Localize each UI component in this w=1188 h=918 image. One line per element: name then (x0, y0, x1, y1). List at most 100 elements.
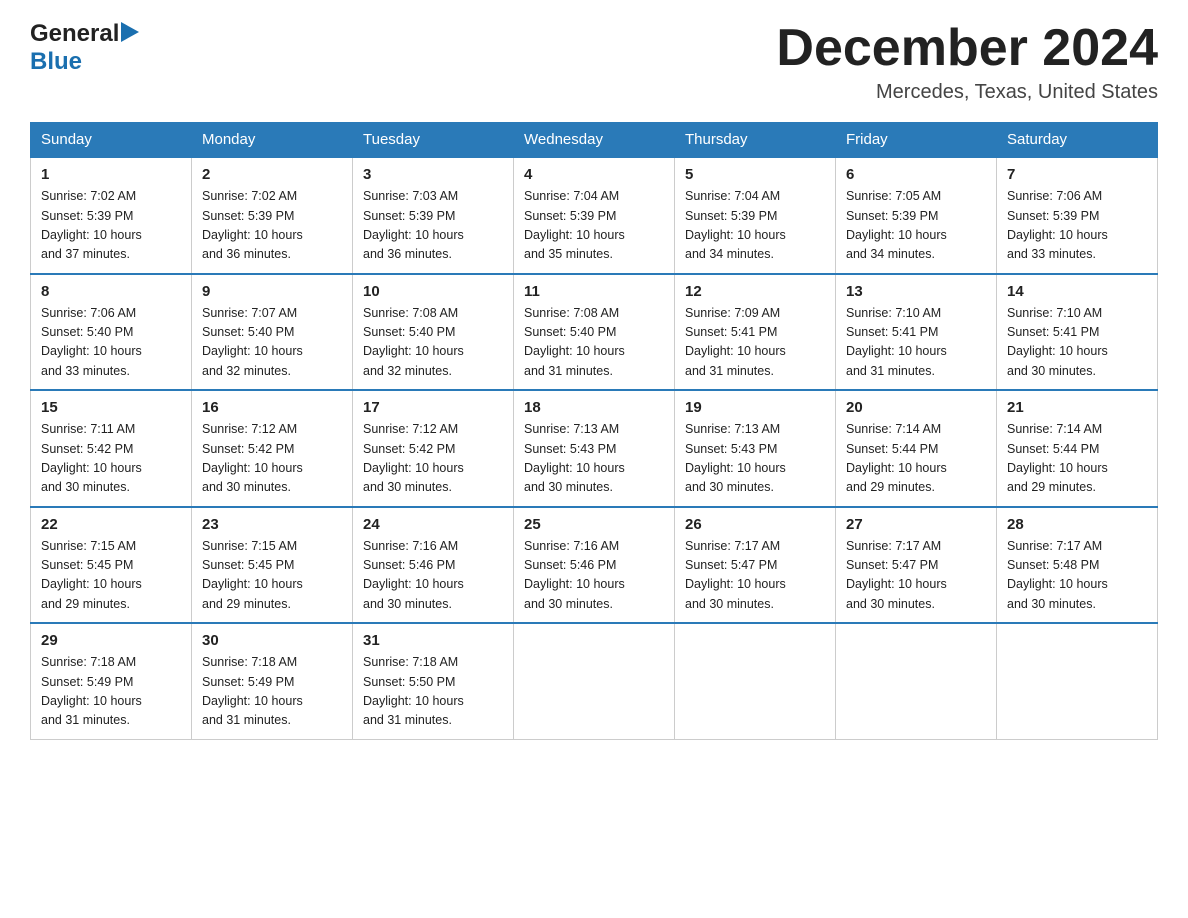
calendar-cell: 5 Sunrise: 7:04 AM Sunset: 5:39 PM Dayli… (675, 157, 836, 274)
day-info: Sunrise: 7:08 AM Sunset: 5:40 PM Dayligh… (363, 304, 503, 382)
location-subtitle: Mercedes, Texas, United States (776, 81, 1158, 104)
calendar-cell: 21 Sunrise: 7:14 AM Sunset: 5:44 PM Dayl… (997, 390, 1158, 507)
day-info: Sunrise: 7:14 AM Sunset: 5:44 PM Dayligh… (846, 420, 986, 498)
day-info: Sunrise: 7:03 AM Sunset: 5:39 PM Dayligh… (363, 187, 503, 265)
day-info: Sunrise: 7:12 AM Sunset: 5:42 PM Dayligh… (363, 420, 503, 498)
logo: General Blue (30, 20, 139, 76)
day-info: Sunrise: 7:04 AM Sunset: 5:39 PM Dayligh… (524, 187, 664, 265)
day-number: 6 (846, 166, 986, 183)
day-number: 19 (685, 399, 825, 416)
logo-general-text: General (30, 20, 119, 48)
calendar-cell (997, 623, 1158, 739)
day-number: 8 (41, 283, 181, 300)
day-number: 3 (363, 166, 503, 183)
day-number: 4 (524, 166, 664, 183)
day-info: Sunrise: 7:04 AM Sunset: 5:39 PM Dayligh… (685, 187, 825, 265)
week-row-5: 29 Sunrise: 7:18 AM Sunset: 5:49 PM Dayl… (31, 623, 1158, 739)
day-info: Sunrise: 7:16 AM Sunset: 5:46 PM Dayligh… (524, 537, 664, 615)
calendar-cell: 14 Sunrise: 7:10 AM Sunset: 5:41 PM Dayl… (997, 274, 1158, 391)
calendar-cell: 8 Sunrise: 7:06 AM Sunset: 5:40 PM Dayli… (31, 274, 192, 391)
calendar-cell: 18 Sunrise: 7:13 AM Sunset: 5:43 PM Dayl… (514, 390, 675, 507)
day-number: 21 (1007, 399, 1147, 416)
day-info: Sunrise: 7:15 AM Sunset: 5:45 PM Dayligh… (41, 537, 181, 615)
calendar-cell: 16 Sunrise: 7:12 AM Sunset: 5:42 PM Dayl… (192, 390, 353, 507)
calendar-cell: 28 Sunrise: 7:17 AM Sunset: 5:48 PM Dayl… (997, 507, 1158, 624)
calendar-cell: 17 Sunrise: 7:12 AM Sunset: 5:42 PM Dayl… (353, 390, 514, 507)
day-info: Sunrise: 7:15 AM Sunset: 5:45 PM Dayligh… (202, 537, 342, 615)
calendar-cell: 2 Sunrise: 7:02 AM Sunset: 5:39 PM Dayli… (192, 157, 353, 274)
calendar-cell: 27 Sunrise: 7:17 AM Sunset: 5:47 PM Dayl… (836, 507, 997, 624)
day-number: 28 (1007, 516, 1147, 533)
calendar-cell: 10 Sunrise: 7:08 AM Sunset: 5:40 PM Dayl… (353, 274, 514, 391)
day-info: Sunrise: 7:17 AM Sunset: 5:47 PM Dayligh… (846, 537, 986, 615)
calendar-cell: 4 Sunrise: 7:04 AM Sunset: 5:39 PM Dayli… (514, 157, 675, 274)
calendar-cell: 7 Sunrise: 7:06 AM Sunset: 5:39 PM Dayli… (997, 157, 1158, 274)
day-info: Sunrise: 7:14 AM Sunset: 5:44 PM Dayligh… (1007, 420, 1147, 498)
calendar-cell: 23 Sunrise: 7:15 AM Sunset: 5:45 PM Dayl… (192, 507, 353, 624)
day-info: Sunrise: 7:06 AM Sunset: 5:39 PM Dayligh… (1007, 187, 1147, 265)
calendar-cell: 31 Sunrise: 7:18 AM Sunset: 5:50 PM Dayl… (353, 623, 514, 739)
day-number: 5 (685, 166, 825, 183)
day-number: 31 (363, 632, 503, 649)
weekday-header-friday: Friday (836, 123, 997, 158)
calendar-cell: 15 Sunrise: 7:11 AM Sunset: 5:42 PM Dayl… (31, 390, 192, 507)
calendar-cell: 29 Sunrise: 7:18 AM Sunset: 5:49 PM Dayl… (31, 623, 192, 739)
week-row-4: 22 Sunrise: 7:15 AM Sunset: 5:45 PM Dayl… (31, 507, 1158, 624)
day-number: 26 (685, 516, 825, 533)
calendar-cell: 19 Sunrise: 7:13 AM Sunset: 5:43 PM Dayl… (675, 390, 836, 507)
day-number: 13 (846, 283, 986, 300)
day-number: 23 (202, 516, 342, 533)
day-info: Sunrise: 7:06 AM Sunset: 5:40 PM Dayligh… (41, 304, 181, 382)
calendar-cell: 26 Sunrise: 7:17 AM Sunset: 5:47 PM Dayl… (675, 507, 836, 624)
day-info: Sunrise: 7:08 AM Sunset: 5:40 PM Dayligh… (524, 304, 664, 382)
calendar-cell (514, 623, 675, 739)
day-number: 12 (685, 283, 825, 300)
logo-blue-text: Blue (30, 48, 82, 76)
calendar-cell: 22 Sunrise: 7:15 AM Sunset: 5:45 PM Dayl… (31, 507, 192, 624)
calendar-cell: 20 Sunrise: 7:14 AM Sunset: 5:44 PM Dayl… (836, 390, 997, 507)
title-area: December 2024 Mercedes, Texas, United St… (776, 20, 1158, 104)
calendar-cell: 12 Sunrise: 7:09 AM Sunset: 5:41 PM Dayl… (675, 274, 836, 391)
calendar-cell: 1 Sunrise: 7:02 AM Sunset: 5:39 PM Dayli… (31, 157, 192, 274)
day-info: Sunrise: 7:18 AM Sunset: 5:49 PM Dayligh… (41, 653, 181, 731)
day-number: 16 (202, 399, 342, 416)
day-info: Sunrise: 7:17 AM Sunset: 5:48 PM Dayligh… (1007, 537, 1147, 615)
day-number: 29 (41, 632, 181, 649)
calendar-cell: 25 Sunrise: 7:16 AM Sunset: 5:46 PM Dayl… (514, 507, 675, 624)
day-info: Sunrise: 7:12 AM Sunset: 5:42 PM Dayligh… (202, 420, 342, 498)
day-info: Sunrise: 7:10 AM Sunset: 5:41 PM Dayligh… (1007, 304, 1147, 382)
day-number: 25 (524, 516, 664, 533)
calendar-cell: 3 Sunrise: 7:03 AM Sunset: 5:39 PM Dayli… (353, 157, 514, 274)
day-number: 22 (41, 516, 181, 533)
day-info: Sunrise: 7:07 AM Sunset: 5:40 PM Dayligh… (202, 304, 342, 382)
day-number: 18 (524, 399, 664, 416)
day-number: 1 (41, 166, 181, 183)
logo-arrow-icon (121, 22, 139, 47)
calendar-cell: 9 Sunrise: 7:07 AM Sunset: 5:40 PM Dayli… (192, 274, 353, 391)
day-info: Sunrise: 7:02 AM Sunset: 5:39 PM Dayligh… (41, 187, 181, 265)
day-info: Sunrise: 7:11 AM Sunset: 5:42 PM Dayligh… (41, 420, 181, 498)
day-info: Sunrise: 7:05 AM Sunset: 5:39 PM Dayligh… (846, 187, 986, 265)
day-info: Sunrise: 7:16 AM Sunset: 5:46 PM Dayligh… (363, 537, 503, 615)
day-number: 15 (41, 399, 181, 416)
calendar-cell: 30 Sunrise: 7:18 AM Sunset: 5:49 PM Dayl… (192, 623, 353, 739)
day-number: 17 (363, 399, 503, 416)
day-number: 10 (363, 283, 503, 300)
day-info: Sunrise: 7:13 AM Sunset: 5:43 PM Dayligh… (524, 420, 664, 498)
day-info: Sunrise: 7:10 AM Sunset: 5:41 PM Dayligh… (846, 304, 986, 382)
day-number: 27 (846, 516, 986, 533)
weekday-header-thursday: Thursday (675, 123, 836, 158)
calendar-cell: 24 Sunrise: 7:16 AM Sunset: 5:46 PM Dayl… (353, 507, 514, 624)
page-header: General Blue December 2024 Mercedes, Tex… (30, 20, 1158, 104)
weekday-header-monday: Monday (192, 123, 353, 158)
day-number: 14 (1007, 283, 1147, 300)
weekday-header-sunday: Sunday (31, 123, 192, 158)
weekday-header-tuesday: Tuesday (353, 123, 514, 158)
weekday-header-row: SundayMondayTuesdayWednesdayThursdayFrid… (31, 123, 1158, 158)
day-number: 30 (202, 632, 342, 649)
day-number: 9 (202, 283, 342, 300)
day-number: 2 (202, 166, 342, 183)
day-number: 7 (1007, 166, 1147, 183)
day-info: Sunrise: 7:18 AM Sunset: 5:49 PM Dayligh… (202, 653, 342, 731)
day-info: Sunrise: 7:02 AM Sunset: 5:39 PM Dayligh… (202, 187, 342, 265)
